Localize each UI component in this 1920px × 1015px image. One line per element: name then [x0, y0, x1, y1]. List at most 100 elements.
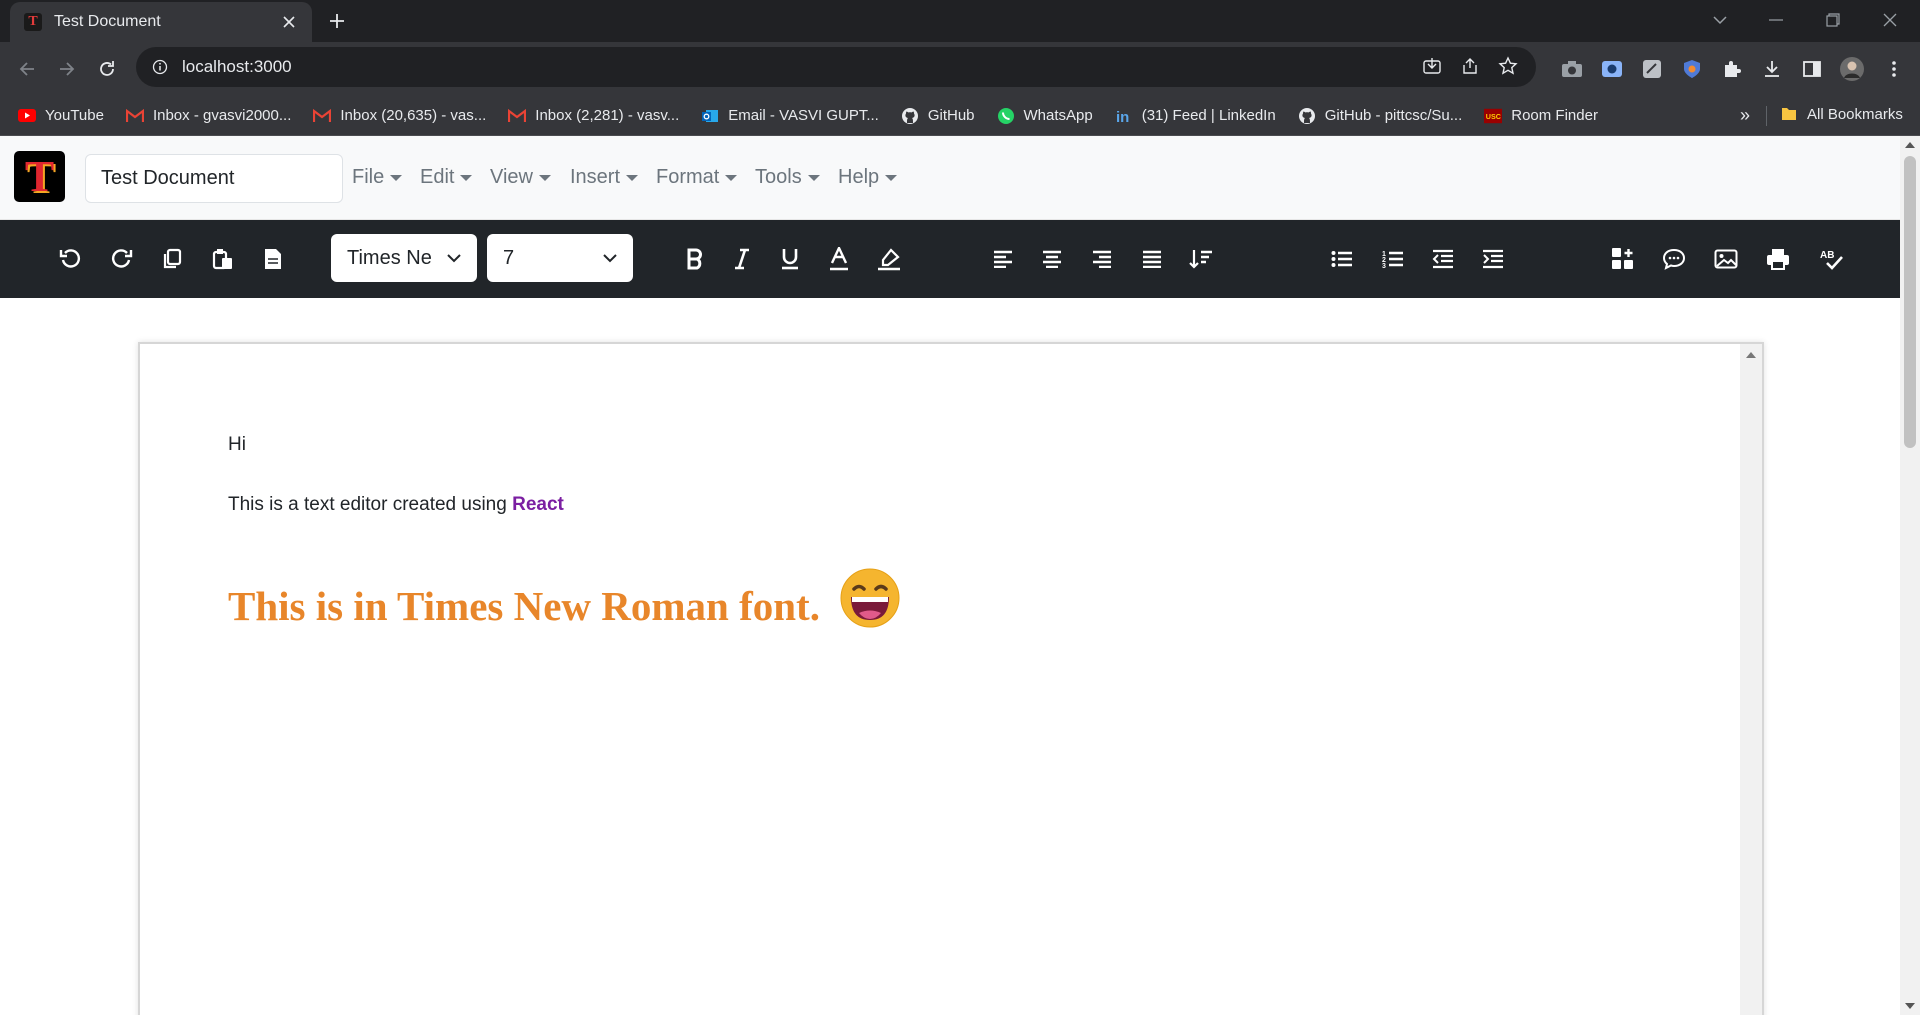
window-scrollbar[interactable]	[1900, 136, 1920, 1015]
print-icon[interactable]	[1763, 244, 1793, 274]
menu-tools[interactable]: Tools	[755, 166, 820, 189]
numbered-list-icon[interactable]: 123	[1378, 244, 1408, 274]
bookmark-gmail-1[interactable]: Inbox - gvasvi2000...	[125, 107, 291, 125]
bookmark-gmail-3[interactable]: Inbox (2,281) - vasv...	[508, 107, 679, 125]
redo-icon[interactable]	[107, 244, 137, 274]
profile-avatar[interactable]	[1838, 55, 1866, 83]
italic-icon[interactable]	[727, 244, 757, 274]
font-size-select[interactable]: 7	[487, 234, 633, 282]
bookmark-linkedin[interactable]: in (31) Feed | LinkedIn	[1115, 107, 1276, 125]
page-scrollbar[interactable]	[1740, 344, 1762, 1015]
document-title-input[interactable]	[85, 154, 343, 203]
bookmark-github-pittcsc[interactable]: GitHub - pittcsc/Su...	[1298, 107, 1463, 125]
chevron-down-icon	[603, 253, 617, 262]
forward-icon[interactable]	[52, 54, 82, 84]
bookmark-gmail-2[interactable]: Inbox (20,635) - vas...	[313, 107, 486, 125]
gmail-icon	[508, 107, 527, 125]
minimize-button[interactable]	[1754, 6, 1798, 34]
menu-help[interactable]: Help	[838, 166, 898, 189]
scrollbar-thumb[interactable]	[1904, 156, 1916, 448]
new-tab-button[interactable]	[324, 8, 350, 34]
line-spacing-icon[interactable]	[1186, 244, 1216, 274]
bookmark-star-icon[interactable]	[1498, 56, 1518, 76]
text-color-icon[interactable]	[824, 244, 854, 274]
caret-down-icon	[725, 174, 738, 181]
align-justify-icon[interactable]	[1137, 244, 1167, 274]
more-bookmarks-button[interactable]: »	[1740, 105, 1750, 126]
bulleted-list-icon[interactable]	[1327, 244, 1357, 274]
extensions-puzzle-icon[interactable]	[1718, 55, 1746, 83]
bookmark-label: Inbox (20,635) - vas...	[340, 107, 487, 124]
back-icon[interactable]	[12, 54, 42, 84]
paragraph: Hi	[228, 434, 246, 455]
document-area: Hi This is a text editor created using R…	[0, 298, 1900, 1015]
scroll-up-icon[interactable]	[1905, 142, 1915, 148]
paste-icon[interactable]	[208, 244, 238, 274]
all-bookmarks-folder[interactable]: All Bookmarks	[1780, 105, 1903, 123]
highlight-icon[interactable]	[874, 244, 904, 274]
align-right-icon[interactable]	[1087, 244, 1117, 274]
bold-icon[interactable]	[680, 244, 710, 274]
restore-button[interactable]	[1811, 6, 1855, 34]
font-family-select[interactable]: Times Ne	[331, 234, 477, 282]
bookmark-label: WhatsApp	[1023, 107, 1093, 124]
comment-icon[interactable]	[1659, 244, 1689, 274]
bookmark-outlook[interactable]: Email - VASVI GUPT...	[701, 107, 879, 125]
install-app-icon[interactable]	[1422, 56, 1442, 76]
undo-icon[interactable]	[55, 244, 85, 274]
tab-close-icon[interactable]	[278, 11, 300, 33]
menu-edit[interactable]: Edit	[420, 166, 473, 189]
screen-recorder-extension-icon[interactable]	[1598, 55, 1626, 83]
menu-file[interactable]: File	[352, 166, 403, 189]
bookmark-github[interactable]: GitHub	[901, 107, 975, 125]
bookmark-label: Room Finder	[1511, 107, 1598, 124]
github-icon	[901, 107, 919, 125]
whatsapp-icon	[997, 107, 1015, 125]
bookmark-whatsapp[interactable]: WhatsApp	[997, 107, 1093, 125]
site-info-icon[interactable]	[152, 59, 168, 75]
spellcheck-icon[interactable]: AB	[1816, 244, 1846, 274]
react-highlight-text: React	[512, 494, 564, 515]
outlook-icon	[701, 107, 719, 125]
scroll-up-icon[interactable]	[1746, 352, 1756, 358]
formatting-toolbar: Times Ne 7 1 2 3 AB	[0, 220, 1900, 298]
align-left-icon[interactable]	[988, 244, 1018, 274]
emoji-picker-icon[interactable]	[1608, 244, 1638, 274]
youtube-icon	[18, 107, 36, 125]
bookmark-label: GitHub - pittcsc/Su...	[1324, 107, 1463, 124]
shield-extension-icon[interactable]	[1678, 55, 1706, 83]
caret-down-icon	[626, 174, 639, 181]
menu-format[interactable]: Format	[656, 166, 738, 189]
menu-insert[interactable]: Insert	[570, 166, 639, 189]
side-panel-icon[interactable]	[1798, 55, 1826, 83]
browser-tab[interactable]: T Test Document	[10, 2, 312, 42]
underline-icon[interactable]	[775, 244, 805, 274]
new-document-icon[interactable]	[258, 244, 288, 274]
svg-text:USC: USC	[1486, 112, 1501, 121]
camera-extension-icon[interactable]	[1558, 55, 1586, 83]
browser-menu-icon[interactable]	[1880, 55, 1908, 83]
notes-extension-icon[interactable]	[1638, 55, 1666, 83]
indent-icon[interactable]	[1478, 244, 1508, 274]
copy-icon[interactable]	[157, 244, 187, 274]
address-bar[interactable]: localhost:3000	[136, 47, 1536, 87]
caret-down-icon	[539, 174, 551, 181]
close-window-button[interactable]	[1868, 6, 1912, 34]
grinning-face-emoji-icon	[840, 568, 900, 628]
tab-search-icon[interactable]	[1698, 6, 1742, 34]
insert-image-icon[interactable]	[1711, 244, 1741, 274]
bookmarks-bar: YouTube Inbox - gvasvi2000... Inbox (20,…	[0, 96, 1920, 136]
reload-icon[interactable]	[92, 54, 122, 84]
align-center-icon[interactable]	[1037, 244, 1067, 274]
bookmark-room-finder[interactable]: USC Room Finder	[1484, 107, 1598, 125]
tab-title: Test Document	[54, 13, 161, 30]
downloads-icon[interactable]	[1758, 55, 1786, 83]
menu-view[interactable]: View	[490, 166, 551, 189]
caret-down-icon	[807, 174, 820, 181]
scroll-down-icon[interactable]	[1905, 1003, 1915, 1009]
document-page[interactable]: Hi This is a text editor created using R…	[138, 342, 1764, 1015]
outdent-icon[interactable]	[1428, 244, 1458, 274]
bookmark-youtube[interactable]: YouTube	[18, 107, 104, 125]
text-editor-app: T File Edit View Insert Format Tools Hel…	[0, 136, 1900, 1015]
share-icon[interactable]	[1460, 56, 1480, 76]
